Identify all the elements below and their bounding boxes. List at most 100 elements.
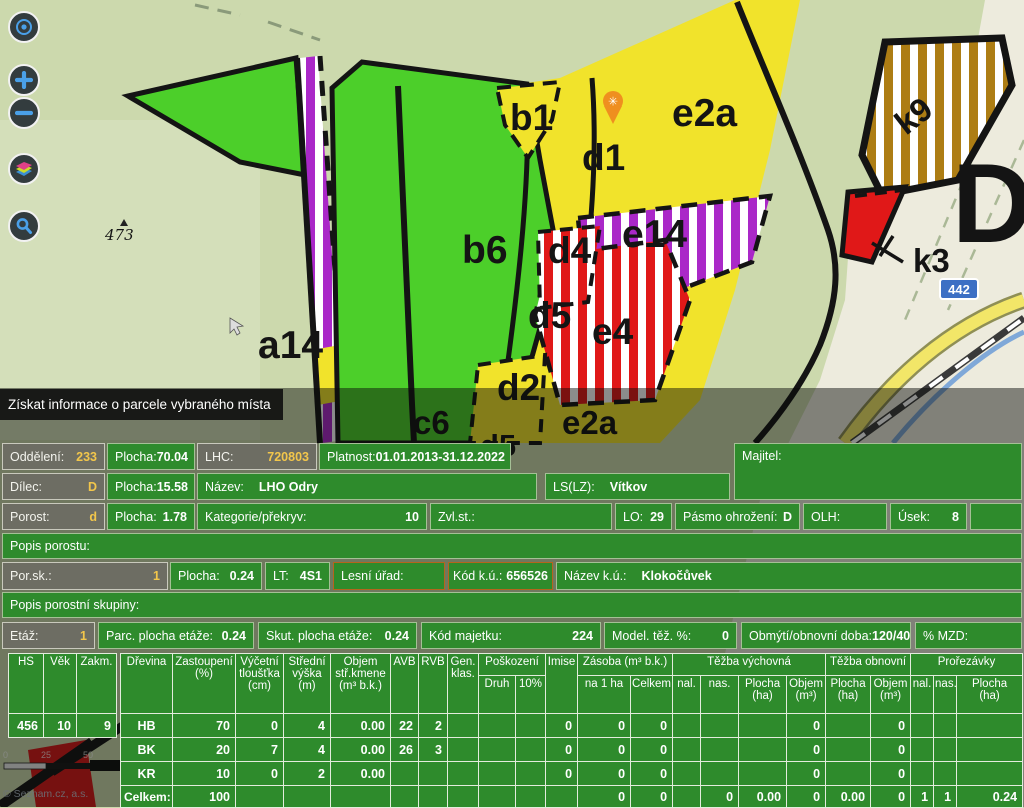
mini-header: HS bbox=[8, 653, 44, 714]
field-porost: Porost: d bbox=[2, 503, 105, 530]
field-usek: Úsek: 8 bbox=[890, 503, 967, 530]
table-cell bbox=[672, 713, 702, 738]
table-cell: 1 bbox=[933, 785, 958, 808]
table-cell bbox=[825, 737, 872, 762]
table-cell: 0 bbox=[235, 713, 284, 738]
info-tooltip: Získat informace o parcele vybraného mís… bbox=[0, 389, 283, 420]
table-cell bbox=[545, 785, 579, 808]
table-cell: 0.00 bbox=[330, 761, 391, 786]
table-cell bbox=[672, 761, 702, 786]
table-cell bbox=[825, 713, 872, 738]
map-label-b6: b6 bbox=[462, 229, 508, 272]
table-cell bbox=[738, 737, 788, 762]
table-cell bbox=[514, 761, 547, 786]
search-icon bbox=[16, 218, 32, 234]
map-label-a14: a14 bbox=[258, 324, 323, 367]
table-cell bbox=[738, 713, 788, 738]
table-cell: 4 bbox=[283, 713, 331, 738]
column-group-header: Prořezávky bbox=[910, 653, 1024, 676]
field-mzd: % MZD: bbox=[915, 622, 1022, 649]
field-etaz: Etáž: 1 bbox=[2, 622, 95, 649]
field-obmyti: Obmýtí/obnovní doba: 120/40 bbox=[741, 622, 911, 649]
mini-cell: 10 bbox=[43, 713, 77, 738]
table-cell bbox=[956, 761, 1024, 786]
plus-icon bbox=[15, 71, 33, 89]
mini-cell: 456 bbox=[8, 713, 44, 738]
table-cell: 0 bbox=[786, 761, 827, 786]
table-cell: 0.00 bbox=[330, 737, 391, 762]
zoom-out-button[interactable] bbox=[8, 97, 40, 129]
column-subheader: Objem (m³) bbox=[870, 675, 912, 714]
field-popis-skupiny: Popis porostní skupiny: bbox=[2, 592, 1022, 618]
field-olh: OLH: bbox=[803, 503, 887, 530]
column-header: Objem stř.kmene (m³ b.k.) bbox=[330, 653, 391, 714]
table-cell bbox=[390, 785, 419, 808]
table-cell bbox=[478, 785, 516, 808]
column-subheader: 10% bbox=[514, 675, 547, 714]
field-dilec: Dílec: D bbox=[2, 473, 105, 500]
column-group-header: Poškození bbox=[477, 653, 547, 676]
table-cell: 20 bbox=[172, 737, 236, 762]
table-cell bbox=[283, 785, 331, 808]
table-cell bbox=[235, 785, 284, 808]
table-cell: 0 bbox=[870, 713, 912, 738]
table-cell bbox=[956, 713, 1024, 738]
column-group-header: Zásoba (m³ b.k.) bbox=[577, 653, 674, 676]
table-cell: 0 bbox=[786, 713, 827, 738]
table-cell bbox=[933, 761, 958, 786]
table-cell: 0 bbox=[870, 785, 912, 808]
field-plocha-dilec: Plocha: 15.58 bbox=[107, 473, 195, 500]
column-header: Gen. klas. bbox=[447, 653, 479, 714]
table-cell: 0 bbox=[630, 761, 674, 786]
zoom-in-button[interactable] bbox=[8, 64, 40, 96]
table-cell bbox=[933, 713, 958, 738]
table-cell bbox=[514, 785, 547, 808]
table-cell bbox=[478, 737, 516, 762]
search-button[interactable] bbox=[8, 210, 40, 242]
column-header: RVB bbox=[418, 653, 448, 714]
field-lslz: LS(LZ): Vítkov bbox=[545, 473, 730, 500]
field-popis-porostu: Popis porostu: bbox=[2, 533, 1022, 559]
table-cell: 0 bbox=[545, 713, 579, 738]
column-subheader: Celkem bbox=[630, 675, 674, 714]
column-header: Dřevina bbox=[120, 653, 173, 714]
table-cell: 10 bbox=[172, 761, 236, 786]
minus-icon bbox=[15, 110, 33, 116]
table-cell: 0 bbox=[545, 737, 579, 762]
map-label-e4: e4 bbox=[592, 311, 634, 352]
table-cell: 2 bbox=[283, 761, 331, 786]
table-cell bbox=[738, 761, 788, 786]
table-cell: 26 bbox=[390, 737, 419, 762]
table-cell bbox=[700, 737, 740, 762]
mini-header: Věk bbox=[43, 653, 77, 714]
field-majitel: Majitel: bbox=[734, 443, 1022, 500]
table-cell: HB bbox=[120, 713, 173, 738]
table-row: HB 70 0 4 0.00 22 2 0 0 0 0 0 bbox=[120, 713, 1024, 738]
map-label-b1: b1 bbox=[510, 97, 553, 138]
map-label-e14: e14 bbox=[622, 213, 687, 256]
field-lesni-urad: Lesní úřad: bbox=[333, 562, 445, 590]
map-label-473: 473 bbox=[104, 226, 134, 244]
field-lhc: LHC: 720803 bbox=[197, 443, 317, 470]
field-pasmo: Pásmo ohrožení: D bbox=[675, 503, 800, 530]
road-shield-number: 442 bbox=[948, 282, 970, 297]
table-cell bbox=[418, 761, 448, 786]
locate-button[interactable] bbox=[8, 11, 40, 43]
table-cell: 0 bbox=[577, 761, 632, 786]
field-porsk: Por.sk.: 1 bbox=[2, 562, 168, 590]
table-cell bbox=[910, 713, 935, 738]
table-cell bbox=[330, 785, 391, 808]
table-row: BK 20 7 4 0.00 26 3 0 0 0 0 0 bbox=[120, 737, 1024, 762]
table-cell bbox=[514, 713, 547, 738]
table-cell: 0.00 bbox=[330, 713, 391, 738]
table-cell: 0 bbox=[577, 785, 632, 808]
layers-button[interactable] bbox=[8, 153, 40, 185]
table-cell: 1 bbox=[910, 785, 935, 808]
table-cell bbox=[418, 785, 448, 808]
table-cell: 0 bbox=[630, 737, 674, 762]
table-cell: 0.00 bbox=[825, 785, 872, 808]
table-cell: KR bbox=[120, 761, 173, 786]
column-group-header: Těžba výchovná bbox=[672, 653, 827, 676]
table-cell: 22 bbox=[390, 713, 419, 738]
column-subheader: nal. bbox=[910, 675, 935, 714]
